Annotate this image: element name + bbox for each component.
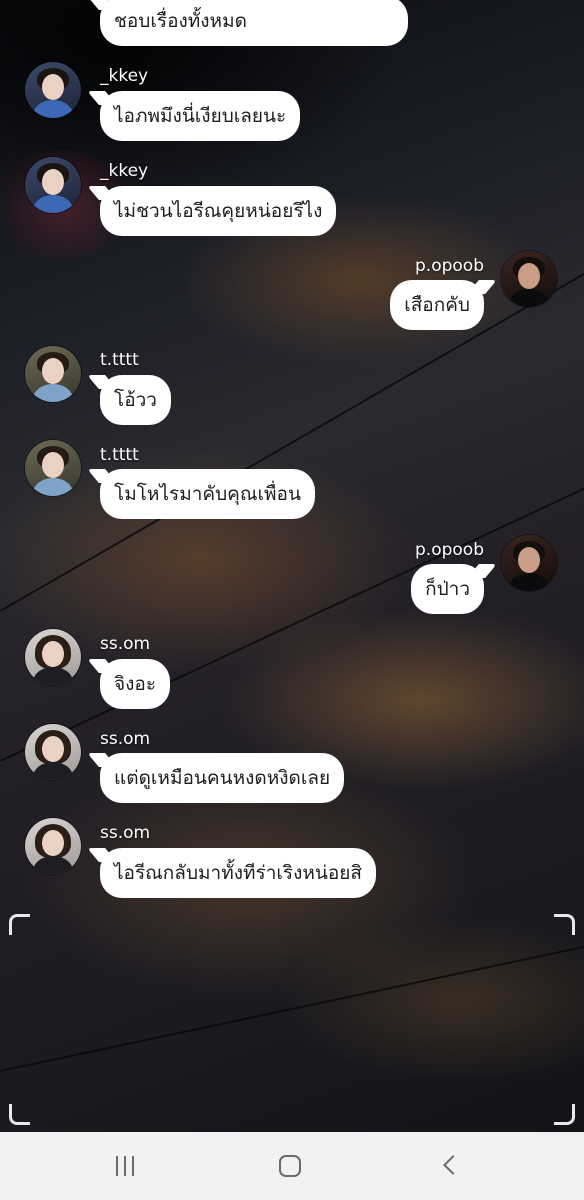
back-button[interactable]	[414, 1132, 494, 1200]
username-label: ss.om	[100, 634, 151, 654]
viewfinder-corner	[9, 1104, 30, 1125]
username-label: _kkey	[100, 66, 149, 86]
username-label: ss.om	[100, 729, 151, 749]
user-avatar[interactable]	[25, 157, 81, 213]
user-avatar[interactable]	[25, 724, 81, 780]
viewfinder-corner	[554, 914, 575, 935]
user-avatar[interactable]	[501, 535, 557, 591]
user-avatar[interactable]	[25, 62, 81, 118]
viewfinder-corner	[9, 914, 30, 935]
user-avatar[interactable]	[501, 251, 557, 307]
message-bubble[interactable]: เสือกคับ	[390, 280, 484, 330]
user-avatar[interactable]	[25, 346, 81, 402]
wallpaper-wire	[0, 924, 584, 1072]
wallpaper-wire	[0, 260, 584, 612]
home-button[interactable]	[250, 1132, 330, 1200]
message-bubble[interactable]: ไอภพมึงนี่เงียบเลยนะ	[100, 91, 301, 141]
username-label: p.opoob	[415, 540, 484, 560]
recents-button[interactable]	[86, 1132, 166, 1200]
user-avatar[interactable]	[25, 818, 81, 874]
back-icon	[443, 1155, 463, 1175]
username-label: ss.om	[100, 823, 151, 843]
message-bubble[interactable]: จิงอะ	[100, 659, 171, 709]
username-label: p.opoob	[415, 256, 484, 276]
message-bubble[interactable]: ไอรีณกลับมาทั้งทีร่าเริงหน่อยสิ	[100, 848, 377, 898]
message-bubble[interactable]: แต่ดูเหมือนคนหงดหงิดเลย	[100, 753, 345, 803]
username-label: t.tttt	[100, 445, 139, 465]
user-avatar[interactable]	[25, 440, 81, 496]
message-bubble[interactable]: ชอบเรื่องทั้งหมด	[100, 0, 408, 46]
message-bubble[interactable]: ไม่ชวนไอรีณคุยหน่อยรึไง	[100, 186, 337, 236]
message-bubble[interactable]: ก็ป่าว	[411, 564, 484, 614]
message-bubble[interactable]: โอ้วว	[100, 375, 171, 425]
user-avatar[interactable]	[25, 629, 81, 685]
home-icon	[279, 1155, 301, 1177]
username-label: _kkey	[100, 161, 149, 181]
username-label: t.tttt	[100, 350, 139, 370]
viewfinder-corner	[554, 1104, 575, 1125]
message-bubble[interactable]: โมโหไรมาคับคุณเพื่อน	[100, 469, 315, 519]
chat-wallpaper	[0, 0, 584, 1132]
system-navigation-bar	[0, 1132, 584, 1200]
